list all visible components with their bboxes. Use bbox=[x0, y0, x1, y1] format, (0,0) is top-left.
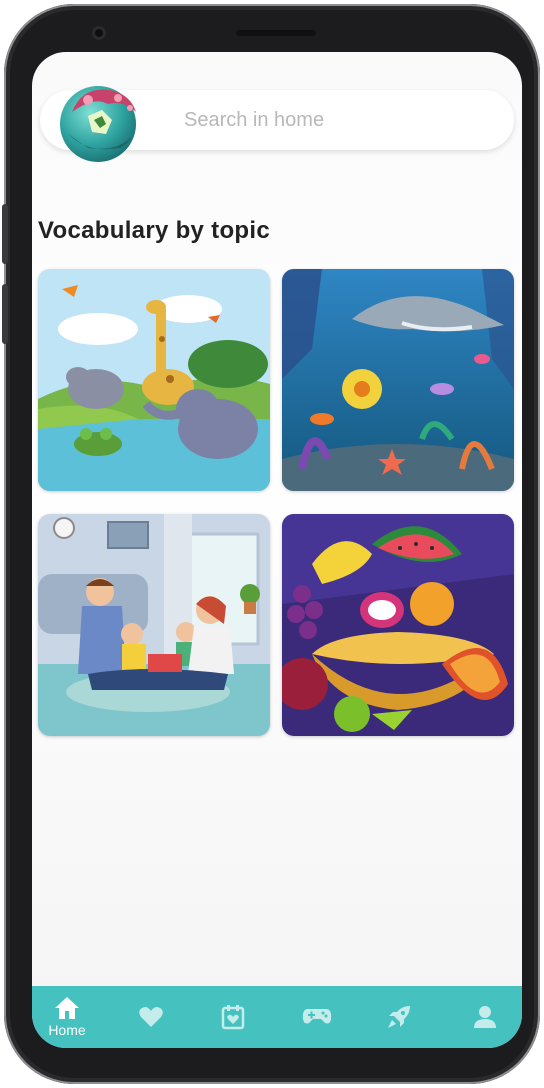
nav-label-home: Home bbox=[48, 1022, 86, 1038]
family-illustration bbox=[38, 514, 270, 736]
heart-icon bbox=[139, 1007, 163, 1027]
nav-item-home[interactable]: Home bbox=[32, 986, 102, 1048]
nav-item-favorites[interactable] bbox=[116, 986, 186, 1048]
app-logo bbox=[60, 86, 136, 162]
nav-item-calendar[interactable] bbox=[198, 986, 268, 1048]
topic-card-fruits[interactable] bbox=[282, 514, 514, 736]
phone-frame: Search in home Vocabulary by topic Home bbox=[2, 4, 540, 1084]
front-camera bbox=[92, 26, 106, 40]
earpiece-speaker bbox=[236, 30, 316, 36]
app-screen: Search in home Vocabulary by topic Home bbox=[32, 52, 522, 1048]
rocket-icon bbox=[388, 1006, 410, 1028]
section-title: Vocabulary by topic bbox=[38, 217, 270, 244]
bottom-nav-bar: Home bbox=[32, 986, 522, 1048]
home-icon bbox=[55, 997, 79, 1019]
search-input[interactable]: Search in home bbox=[184, 109, 324, 132]
topic-card-animals[interactable] bbox=[38, 269, 270, 491]
gamepad-icon bbox=[302, 1009, 332, 1024]
topic-card-ocean[interactable] bbox=[282, 269, 514, 491]
profile-icon bbox=[474, 1006, 496, 1028]
calendar-icon bbox=[221, 1005, 245, 1030]
fruits-illustration bbox=[282, 514, 514, 736]
topic-card-family[interactable] bbox=[38, 514, 270, 736]
nav-item-explore[interactable] bbox=[364, 986, 434, 1048]
volume-button bbox=[2, 204, 8, 264]
animals-illustration bbox=[38, 269, 270, 491]
ocean-illustration bbox=[282, 269, 514, 491]
nav-item-games[interactable] bbox=[282, 986, 352, 1048]
volume-button bbox=[2, 284, 8, 344]
nav-item-profile[interactable] bbox=[450, 986, 520, 1048]
